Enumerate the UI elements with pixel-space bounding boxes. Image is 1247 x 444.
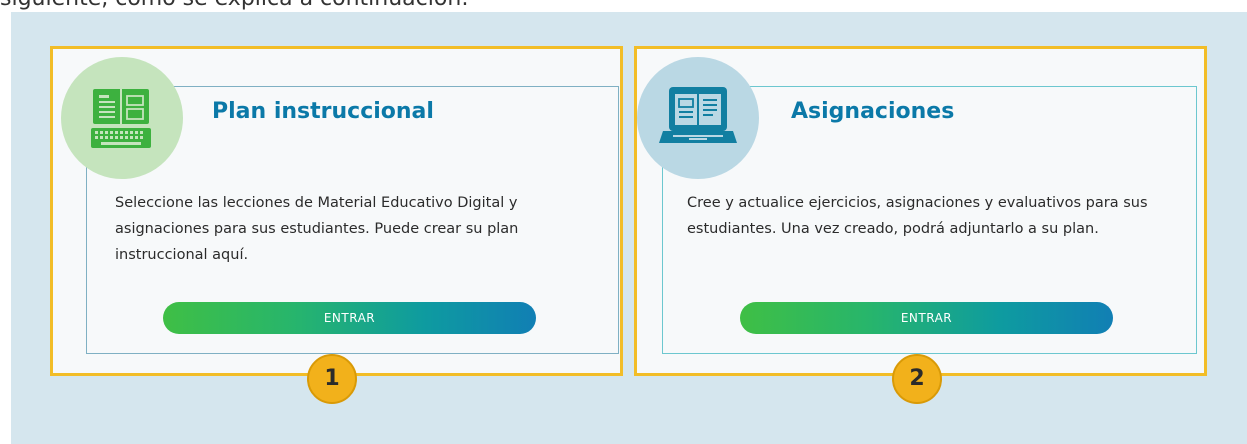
top-caption: siguiente, como se explica a continuació… [0, 0, 469, 12]
laptop-book-icon [637, 57, 759, 179]
asignaciones-card: Asignaciones Cree y actualice ejercicios… [634, 46, 1207, 376]
enter-button[interactable]: ENTRAR [163, 302, 536, 334]
card-title: Plan instruccional [212, 99, 434, 124]
computer-book-icon [61, 57, 183, 179]
plan-instruccional-card: Plan instruccional Seleccione las leccio… [50, 46, 623, 376]
step-badge: 2 [892, 354, 942, 404]
card-title: Asignaciones [791, 99, 955, 124]
card-description: Seleccione las lecciones de Material Edu… [115, 195, 519, 263]
modules-panel: Plan instruccional Seleccione las leccio… [11, 12, 1247, 444]
step-badge: 1 [307, 354, 357, 404]
card-description: Cree y actualice ejercicios, asignacione… [687, 195, 1148, 237]
enter-button[interactable]: ENTRAR [740, 302, 1113, 334]
